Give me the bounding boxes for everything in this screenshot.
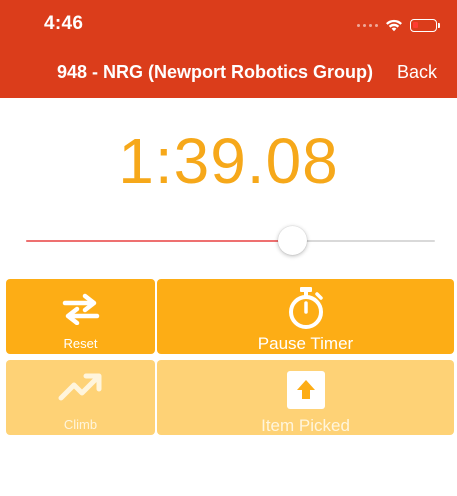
- wifi-icon: [386, 19, 402, 32]
- item-picked-label: Item Picked: [261, 416, 350, 435]
- nav-header: 4:46 948 - NRG (Newport Robotics Group) …: [0, 0, 457, 98]
- climb-label: Climb: [63, 417, 98, 432]
- climb-button[interactable]: Climb: [6, 360, 155, 435]
- reset-button[interactable]: Reset: [6, 279, 155, 354]
- pause-timer-button[interactable]: Pause Timer: [157, 279, 454, 354]
- page-title: 948 - NRG (Newport Robotics Group): [57, 62, 374, 82]
- status-icons: [357, 16, 440, 34]
- slider-thumb[interactable]: [277, 226, 307, 255]
- timeline-slider[interactable]: [26, 226, 435, 256]
- pause-timer-label: Pause Timer: [257, 334, 354, 353]
- slider-fill: [26, 240, 292, 242]
- swap-arrows-icon: [62, 293, 99, 325]
- back-button[interactable]: Back: [397, 62, 437, 83]
- reset-label: Reset: [63, 336, 98, 351]
- timer-display: 1:39.08: [118, 125, 339, 197]
- cellular-signal-icon: [357, 23, 378, 27]
- item-picked-button[interactable]: Item Picked: [157, 360, 454, 435]
- upload-arrow-icon: [286, 371, 325, 409]
- status-time: 4:46: [44, 13, 84, 34]
- stopwatch-icon: [288, 287, 323, 329]
- trending-up-icon: [58, 373, 101, 401]
- battery-icon: [410, 18, 440, 32]
